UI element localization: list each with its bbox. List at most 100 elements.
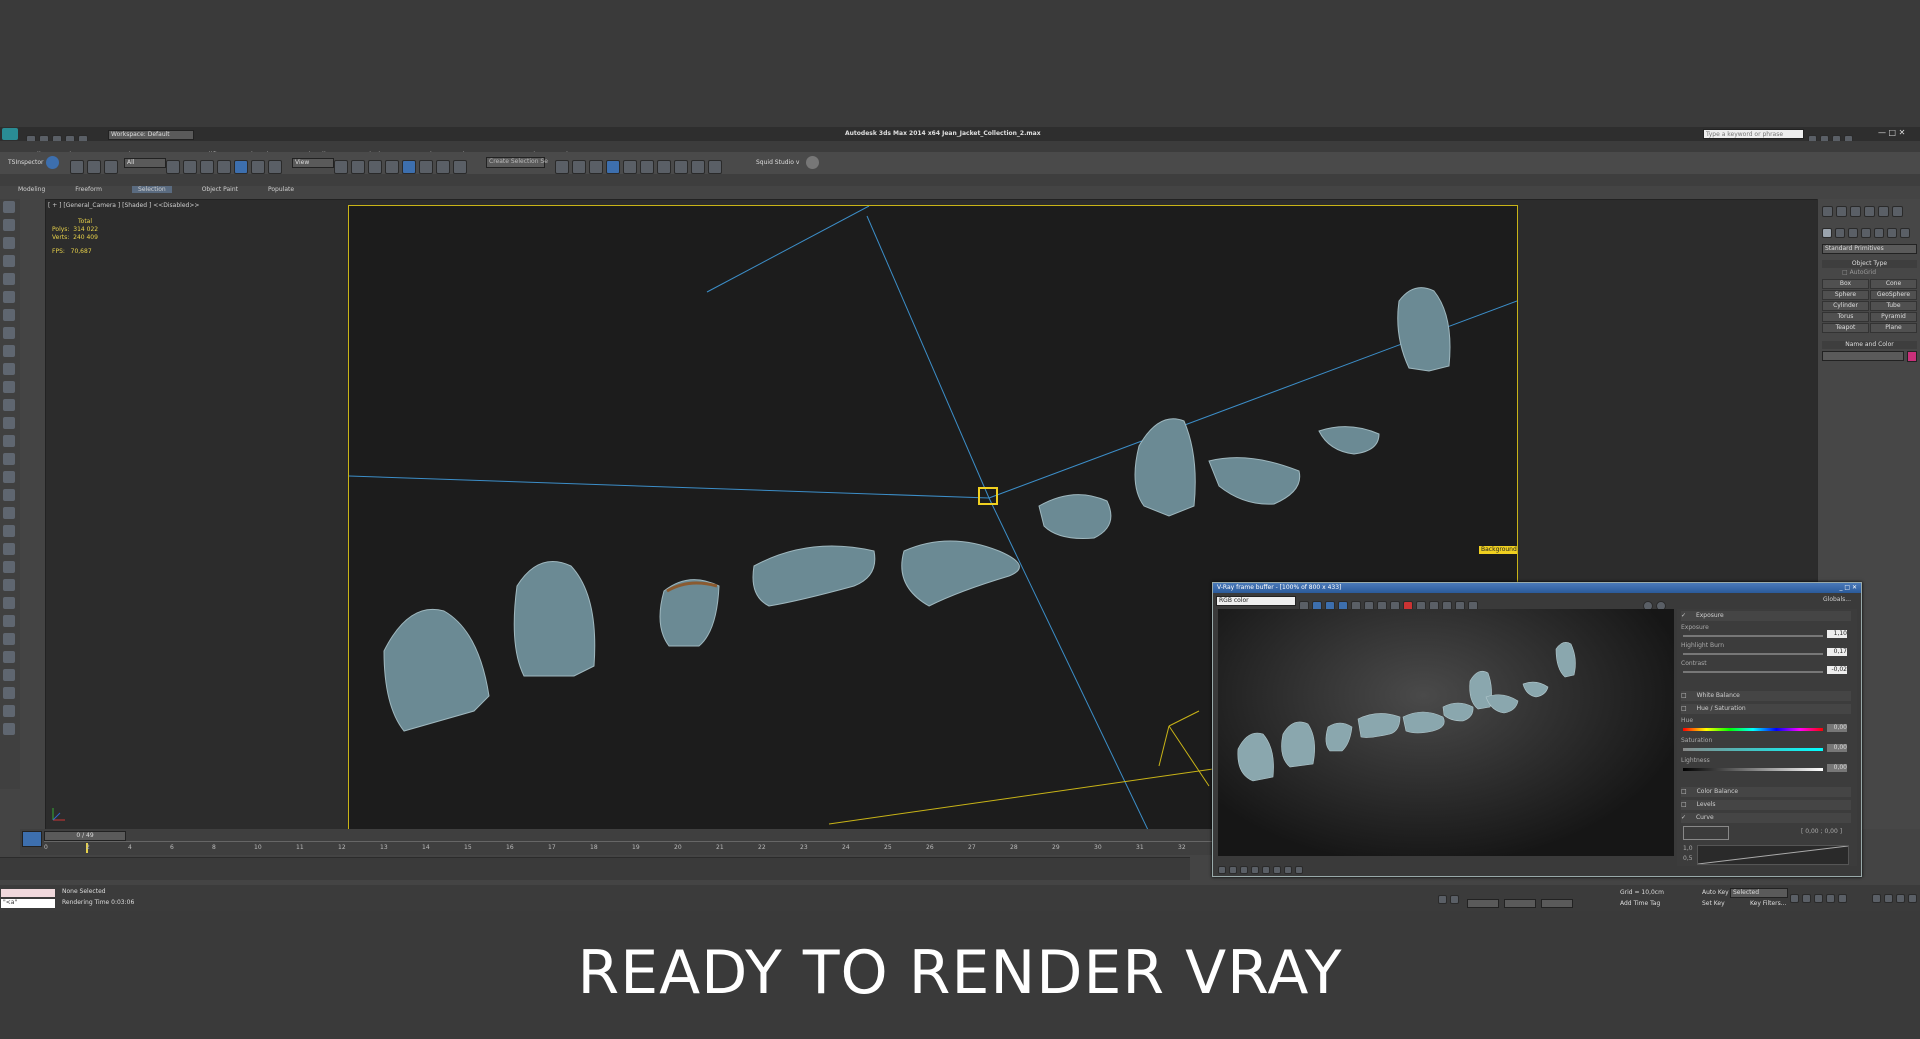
camera-gizmo[interactable]: [828, 710, 1270, 825]
curve-editor[interactable]: [1697, 845, 1849, 865]
z-coord-field[interactable]: [1541, 898, 1574, 908]
pivot-center-icon[interactable]: [334, 159, 348, 174]
highlight-burn-slider[interactable]: [1683, 653, 1823, 655]
hue-saturation-header[interactable]: □ Hue / Saturation: [1681, 704, 1851, 714]
primitive-button-cylinder[interactable]: Cylinder: [1822, 301, 1869, 311]
render-production-icon[interactable]: [708, 159, 722, 174]
reference-coord-dropdown[interactable]: View: [292, 158, 334, 168]
set-key-button[interactable]: Set Key: [1702, 900, 1725, 908]
select-by-name-icon[interactable]: [183, 159, 197, 174]
name-color-rollout[interactable]: Name and Color: [1822, 341, 1917, 349]
white-balance-header[interactable]: □ White Balance: [1681, 691, 1851, 701]
material-icon[interactable]: [3, 651, 15, 663]
shapes-icon[interactable]: [1835, 227, 1845, 238]
graphite-toggle-icon[interactable]: [606, 159, 620, 174]
zoom-all-icon[interactable]: [1884, 894, 1893, 903]
scene-explorer-icon[interactable]: [3, 237, 15, 249]
edit-named-selection-icon[interactable]: [453, 159, 467, 174]
helper-icon[interactable]: [3, 507, 15, 519]
primitive-button-plane[interactable]: Plane: [1870, 323, 1917, 333]
vfb-globals-button[interactable]: Globals...: [1681, 595, 1871, 605]
primitive-button-tube[interactable]: Tube: [1870, 301, 1917, 311]
add-time-tag-button[interactable]: Add Time Tag: [1620, 900, 1660, 908]
spacewarp-icon[interactable]: [3, 525, 15, 537]
squid-studio-label[interactable]: Squid Studio v: [756, 159, 799, 167]
tsinspector-icon[interactable]: [46, 156, 59, 169]
keyboard-shortcut-icon[interactable]: [368, 159, 382, 174]
selection-filter-dropdown[interactable]: All: [124, 158, 166, 168]
squid-studio-icon[interactable]: [806, 156, 819, 169]
tsinspector-label[interactable]: TSInspector: [8, 159, 43, 167]
contrast-value[interactable]: -0,02: [1827, 666, 1847, 674]
primitives-dropdown[interactable]: Standard Primitives: [1822, 244, 1917, 254]
percent-snap-icon[interactable]: [419, 159, 433, 174]
rotate-icon[interactable]: [251, 159, 265, 174]
zoom-icon[interactable]: [1872, 894, 1881, 903]
object-color-swatch[interactable]: [1907, 351, 1917, 362]
motion-icon[interactable]: [3, 597, 15, 609]
time-slider[interactable]: 0 / 49: [44, 831, 126, 841]
ribbon-tab-populate[interactable]: Populate: [268, 186, 294, 193]
lock-selection-icon[interactable]: [1438, 895, 1447, 904]
orbit-icon[interactable]: [1908, 894, 1917, 903]
auto-key-button[interactable]: Auto Key: [1702, 889, 1729, 897]
x-coord-field[interactable]: [1467, 898, 1500, 908]
object-type-rollout[interactable]: Object Type: [1822, 260, 1917, 268]
primitive-button-box[interactable]: Box: [1822, 279, 1869, 289]
teapot-icon[interactable]: [3, 345, 15, 357]
color-balance-header[interactable]: □ Color Balance: [1681, 787, 1851, 797]
sphere-tool-icon[interactable]: [3, 363, 15, 375]
vfb-bottom-icon-2[interactable]: [1229, 865, 1237, 874]
vfb-rendered-image[interactable]: [1218, 609, 1674, 856]
timeline-ruler[interactable]: 0 2 4 6 8 10 11 12 13 14 15 16 17 18 19 20 21 22 23 24 25 26 2…: [44, 841, 1234, 854]
auto-key-mode-dropdown[interactable]: Selected: [1730, 888, 1788, 898]
vfb-bottom-icon-8[interactable]: [1295, 865, 1303, 874]
pan-icon[interactable]: [1896, 894, 1905, 903]
primitive-button-cone[interactable]: Cone: [1870, 279, 1917, 289]
unlink-icon[interactable]: [87, 159, 101, 174]
exposure-slider[interactable]: [1683, 635, 1823, 637]
render-icon[interactable]: [3, 327, 15, 339]
go-to-end-icon[interactable]: [1838, 894, 1847, 903]
absolute-mode-icon[interactable]: [1450, 895, 1459, 904]
ribbon-tab-selection[interactable]: Selection: [132, 186, 172, 193]
isolate-icon[interactable]: [3, 255, 15, 267]
rectangle-selection-icon[interactable]: [200, 159, 214, 174]
ribbon-tab-modeling[interactable]: Modeling: [18, 186, 45, 193]
display-tab-icon[interactable]: [1878, 206, 1889, 217]
primitive-button-teapot[interactable]: Teapot: [1822, 323, 1869, 333]
helpers-icon[interactable]: [1874, 227, 1884, 238]
vray-frame-buffer-window[interactable]: V-Ray frame buffer - [100% of 800 x 433]…: [1212, 582, 1862, 877]
utilities-tab-icon[interactable]: [1892, 206, 1903, 217]
hue-slider[interactable]: [1683, 728, 1823, 731]
object-name-field[interactable]: [1822, 351, 1904, 361]
scale-icon[interactable]: [268, 159, 282, 174]
hue-value[interactable]: 0,00: [1827, 724, 1847, 732]
curve-presets[interactable]: [1683, 826, 1729, 840]
primitive-button-pyramid[interactable]: Pyramid: [1870, 312, 1917, 322]
map-icon[interactable]: [3, 669, 15, 681]
display-icon[interactable]: [3, 615, 15, 627]
saturation-slider[interactable]: [1683, 748, 1823, 751]
next-frame-icon[interactable]: [1826, 894, 1835, 903]
mini-curve-editor-icon[interactable]: [22, 831, 42, 847]
rendered-frame-window-icon[interactable]: [691, 159, 705, 174]
cameras-icon[interactable]: [1861, 227, 1871, 238]
named-selection-dropdown[interactable]: Create Selection Se: [486, 157, 548, 168]
window-crossing-icon[interactable]: [217, 159, 231, 174]
torus-tool-icon[interactable]: [3, 417, 15, 429]
bind-spacewarp-icon[interactable]: [104, 159, 118, 174]
plane-tool-icon[interactable]: [3, 453, 15, 465]
utility-icon[interactable]: [3, 633, 15, 645]
sun-icon[interactable]: [3, 489, 15, 501]
create-tab-icon[interactable]: [1822, 206, 1833, 217]
go-to-start-icon[interactable]: [1790, 894, 1799, 903]
vfb-close-icon[interactable]: ✕: [1852, 584, 1857, 591]
ribbon-tab-object-paint[interactable]: Object Paint: [202, 186, 238, 193]
lights-tool-icon[interactable]: [3, 471, 15, 483]
motion-tab-icon[interactable]: [1864, 206, 1875, 217]
maxscript-listener[interactable]: [1, 889, 55, 897]
layer-manager-icon[interactable]: [589, 159, 603, 174]
track-bar[interactable]: [0, 857, 1190, 880]
vfb-bottom-icon-1[interactable]: [1218, 865, 1226, 874]
